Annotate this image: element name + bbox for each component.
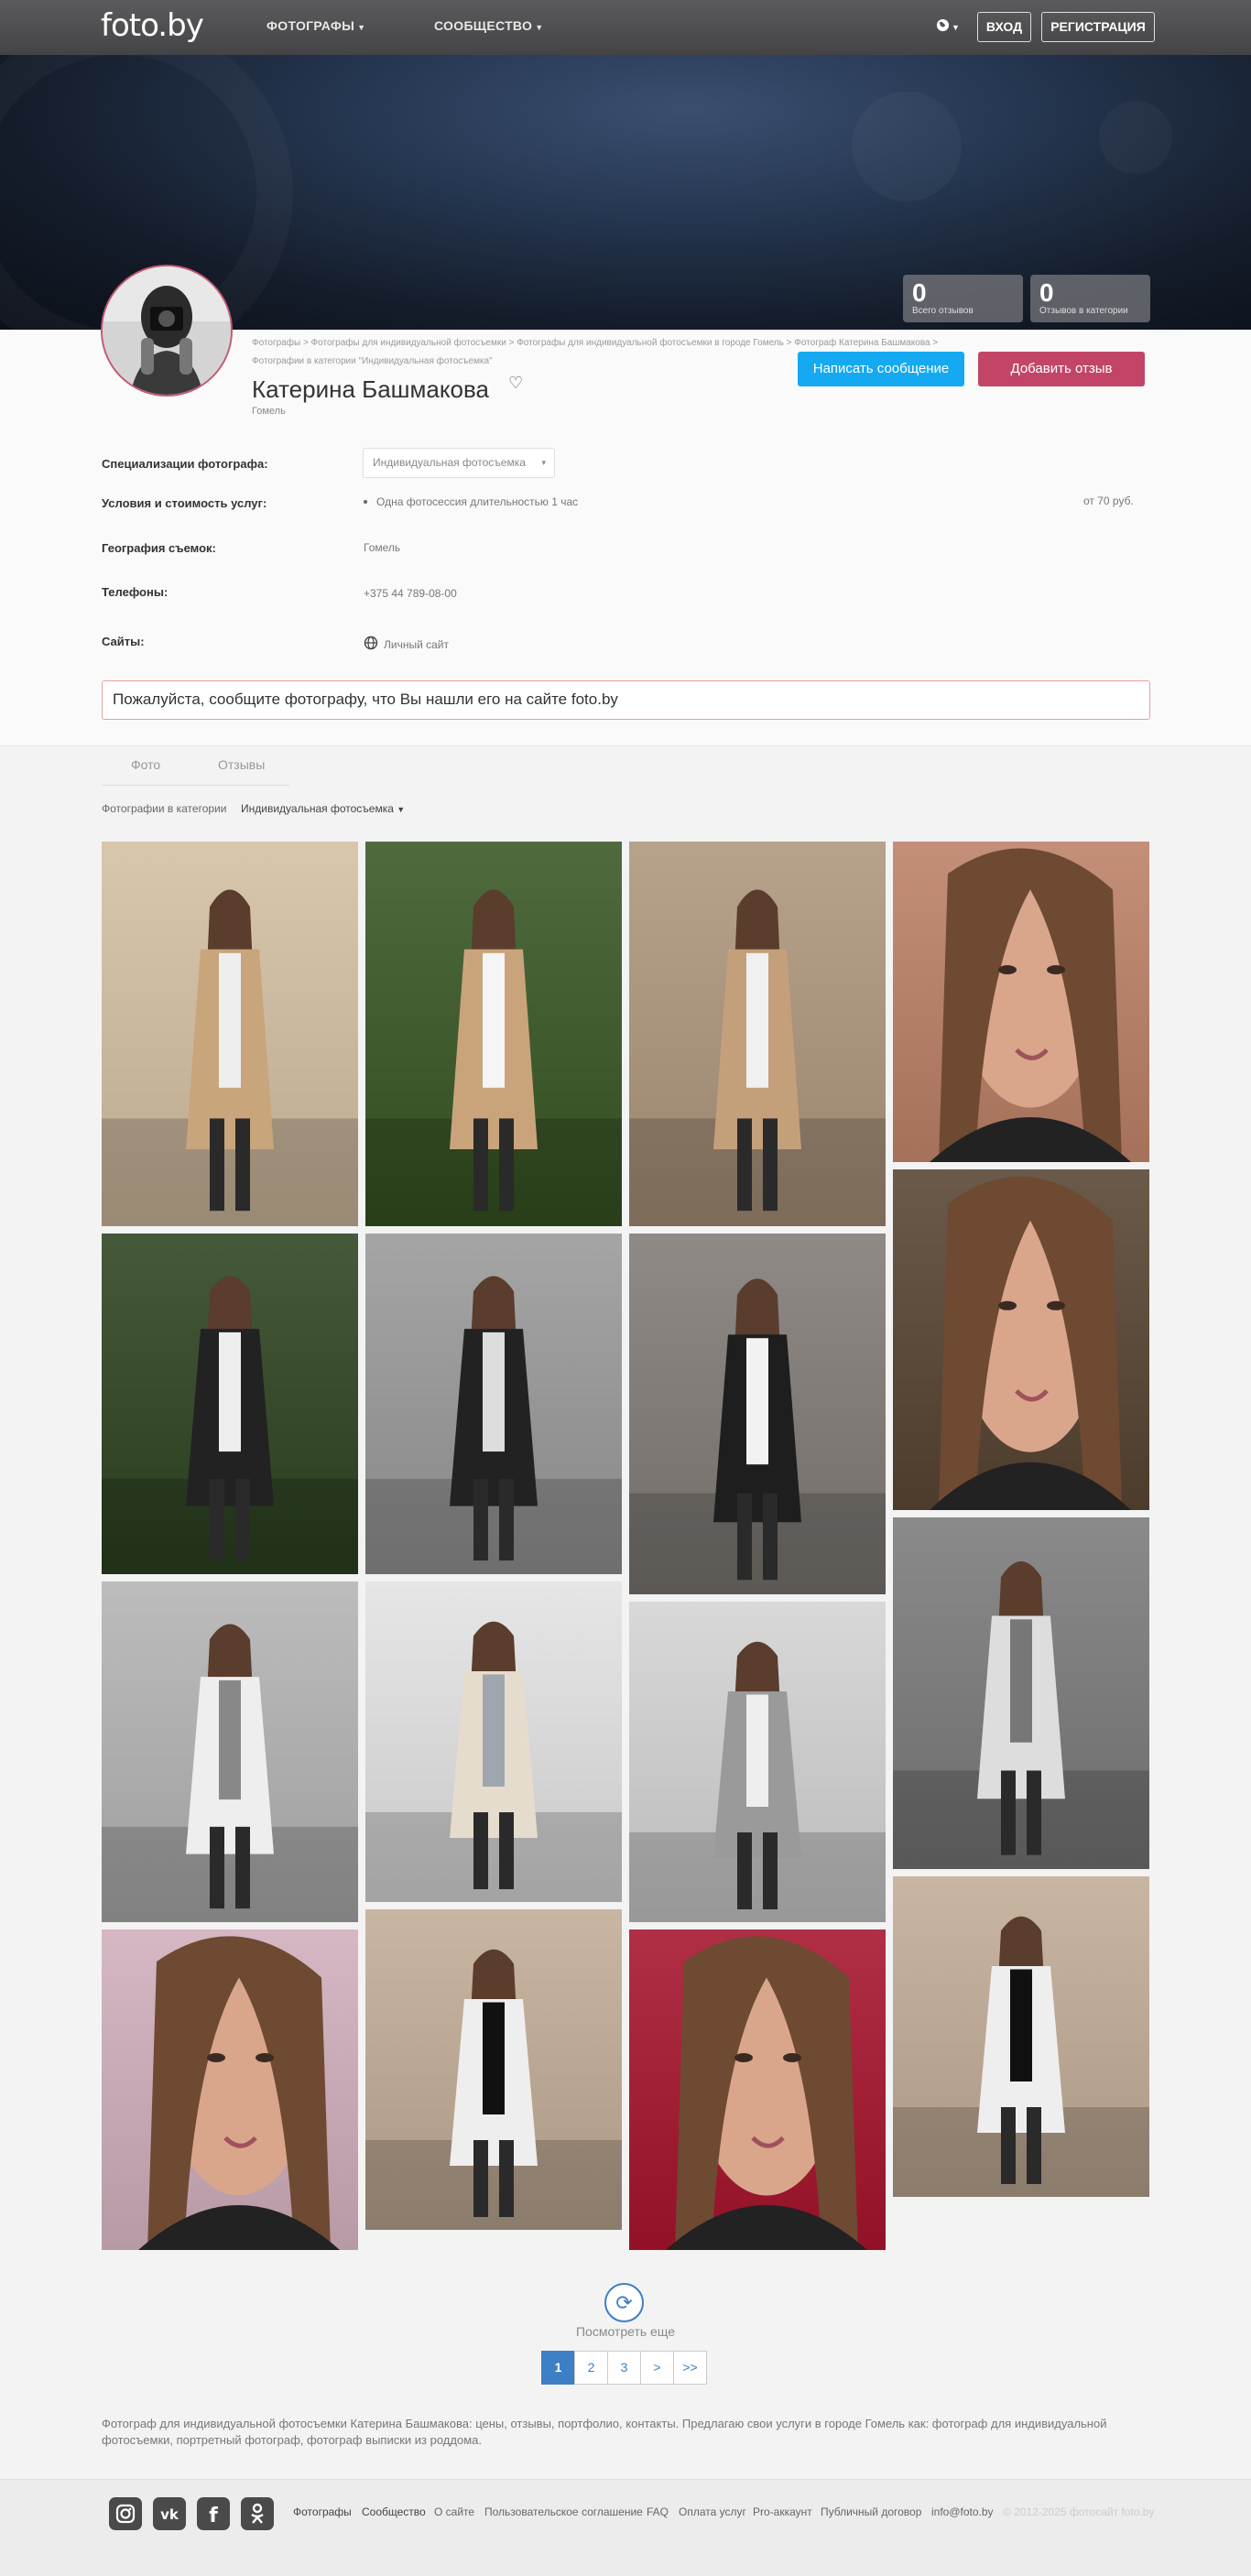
page-2[interactable]: 2 [574,2351,608,2385]
gallery-photo[interactable] [365,1909,622,2230]
filter-label: Фотографии в категории [102,802,227,815]
gallery-photo[interactable] [629,1234,886,1594]
personal-site-link[interactable]: Личный сайт [384,638,449,651]
seo-description: Фотограф для индивидуальной фотосъемки К… [102,2417,1107,2447]
footer-link-email[interactable]: info@foto.by [931,2505,994,2518]
stat-number: 0 [1039,278,1054,307]
avatar[interactable] [101,265,233,397]
specialization-select[interactable]: Индивидуальная фотосъемка ▾ [363,448,555,478]
gallery-photo[interactable] [365,842,622,1226]
chevron-down-icon: ▼ [535,23,544,32]
chevron-down-icon: ▼ [357,23,366,32]
site-logo[interactable]: foto.by [101,7,204,44]
copyright: © 2012-2025 фотосайт foto.by [1003,2505,1155,2518]
gallery-photo[interactable] [365,1234,622,1574]
stat-category-reviews: 0 Отзывов в категории [1030,275,1150,322]
login-button[interactable]: ВХОД [977,12,1031,42]
tab-reviews[interactable]: Отзывы [218,757,265,772]
globe-icon [936,18,950,32]
specialization-value: Индивидуальная фотосъемка [373,456,526,469]
add-review-button[interactable]: Добавить отзыв [978,352,1145,386]
chevron-down-icon: ▾ [541,458,546,467]
page-3[interactable]: 3 [607,2351,641,2385]
register-button[interactable]: РЕГИСТРАЦИЯ [1041,12,1155,42]
photographer-name: Катерина Башмакова [252,375,489,403]
svg-text:f: f [209,2505,218,2527]
category-filter-value: Индивидуальная фотосъемка [241,802,394,815]
tab-photo[interactable]: Фото [131,757,160,772]
nav-community[interactable]: СООБЩЕСТВО ▼ [434,18,543,33]
phone-value[interactable]: +375 44 789-08-00 [364,587,457,600]
footer-link-payment[interactable]: Оплата услуг [679,2505,746,2518]
service-price: от 70 руб. [1083,495,1134,507]
spec-label: Специализации фотографа: [102,457,268,471]
phone-label: Телефоны: [102,585,169,599]
vk-icon[interactable]: vk [153,2497,186,2530]
bullet-icon [364,500,367,504]
svg-text:vk: vk [160,2506,179,2523]
service-item: Одна фотосессия длительностью 1 час [376,495,579,508]
breadcrumb-line-1[interactable]: Фотографы > Фотографы для индивидуальной… [252,334,984,353]
gallery-photo[interactable] [102,1234,358,1574]
stat-total-reviews: 0 Всего отзывов [903,275,1023,322]
gallery-photo[interactable] [629,1602,886,1922]
gallery-photo[interactable] [893,1517,1149,1869]
nav-photographers[interactable]: ФОТОГРАФЫ ▼ [267,18,365,33]
footer-link-about[interactable]: О сайте [434,2505,474,2518]
gallery-photo[interactable] [893,1876,1149,2197]
geo-label: География съемок: [102,541,216,555]
footer-link-pro[interactable]: Pro-аккаунт [753,2505,812,2518]
show-more-link[interactable]: Посмотреть еще [0,2324,1251,2339]
gallery-photo[interactable] [629,842,886,1226]
footer-link-contract[interactable]: Публичный договор [821,2505,921,2518]
category-filter-dropdown[interactable]: Индивидуальная фотосъемка ▼ [241,802,405,815]
sites-label: Сайты: [102,635,145,648]
geo-value: Гомель [364,541,401,554]
facebook-icon[interactable]: f [197,2497,230,2530]
footer-link-photographers[interactable]: Фотографы [293,2505,352,2518]
gallery-photo[interactable] [102,1929,358,2250]
caret-down-icon: ▼ [397,805,406,814]
refresh-icon[interactable]: ⟳ [604,2283,644,2322]
stat-number: 0 [912,278,927,307]
services-label: Условия и стоимость услуг: [102,496,267,510]
nav-photographers-label: ФОТОГРАФЫ [267,18,355,33]
gallery-photo[interactable] [629,1929,886,2250]
gallery-photo[interactable] [102,842,358,1226]
page-last[interactable]: >> [673,2351,707,2385]
stat-label: Отзывов в категории [1039,306,1128,316]
write-message-button[interactable]: Написать сообщение [798,352,964,386]
globe-icon [364,636,378,650]
footer-link-faq[interactable]: FAQ [647,2505,669,2518]
page-next[interactable]: > [640,2351,674,2385]
footer-link-community[interactable]: Сообщество [362,2505,426,2518]
footer-link-agreement[interactable]: Пользовательское соглашение [484,2505,643,2518]
gallery-photo[interactable] [365,1581,622,1902]
language-selector[interactable]: ▼ [936,18,960,33]
gallery-photo[interactable] [893,842,1149,1162]
favorite-heart-icon[interactable]: ♡ [508,374,523,393]
gallery-photo[interactable] [893,1169,1149,1510]
nav-community-label: СООБЩЕСТВО [434,18,533,33]
photographer-city: Гомель [252,406,286,417]
tab-bar: Фото Отзывы [102,746,289,786]
pagination: 1 2 3 > >> [541,2351,707,2385]
footer [0,2479,1251,2576]
page-1[interactable]: 1 [541,2351,575,2385]
odnoklassniki-icon[interactable] [241,2497,274,2530]
instagram-icon[interactable] [109,2497,142,2530]
top-navigation: foto.by ФОТОГРАФЫ ▼ СООБЩЕСТВО ▼ ▼ ВХОД РЕ… [0,0,1251,55]
stat-label: Всего отзывов [912,306,974,316]
chevron-down-icon: ▼ [952,23,960,32]
notice-box: Пожалуйста, сообщите фотографу, что Вы н… [102,680,1150,720]
gallery-photo[interactable] [102,1581,358,1922]
